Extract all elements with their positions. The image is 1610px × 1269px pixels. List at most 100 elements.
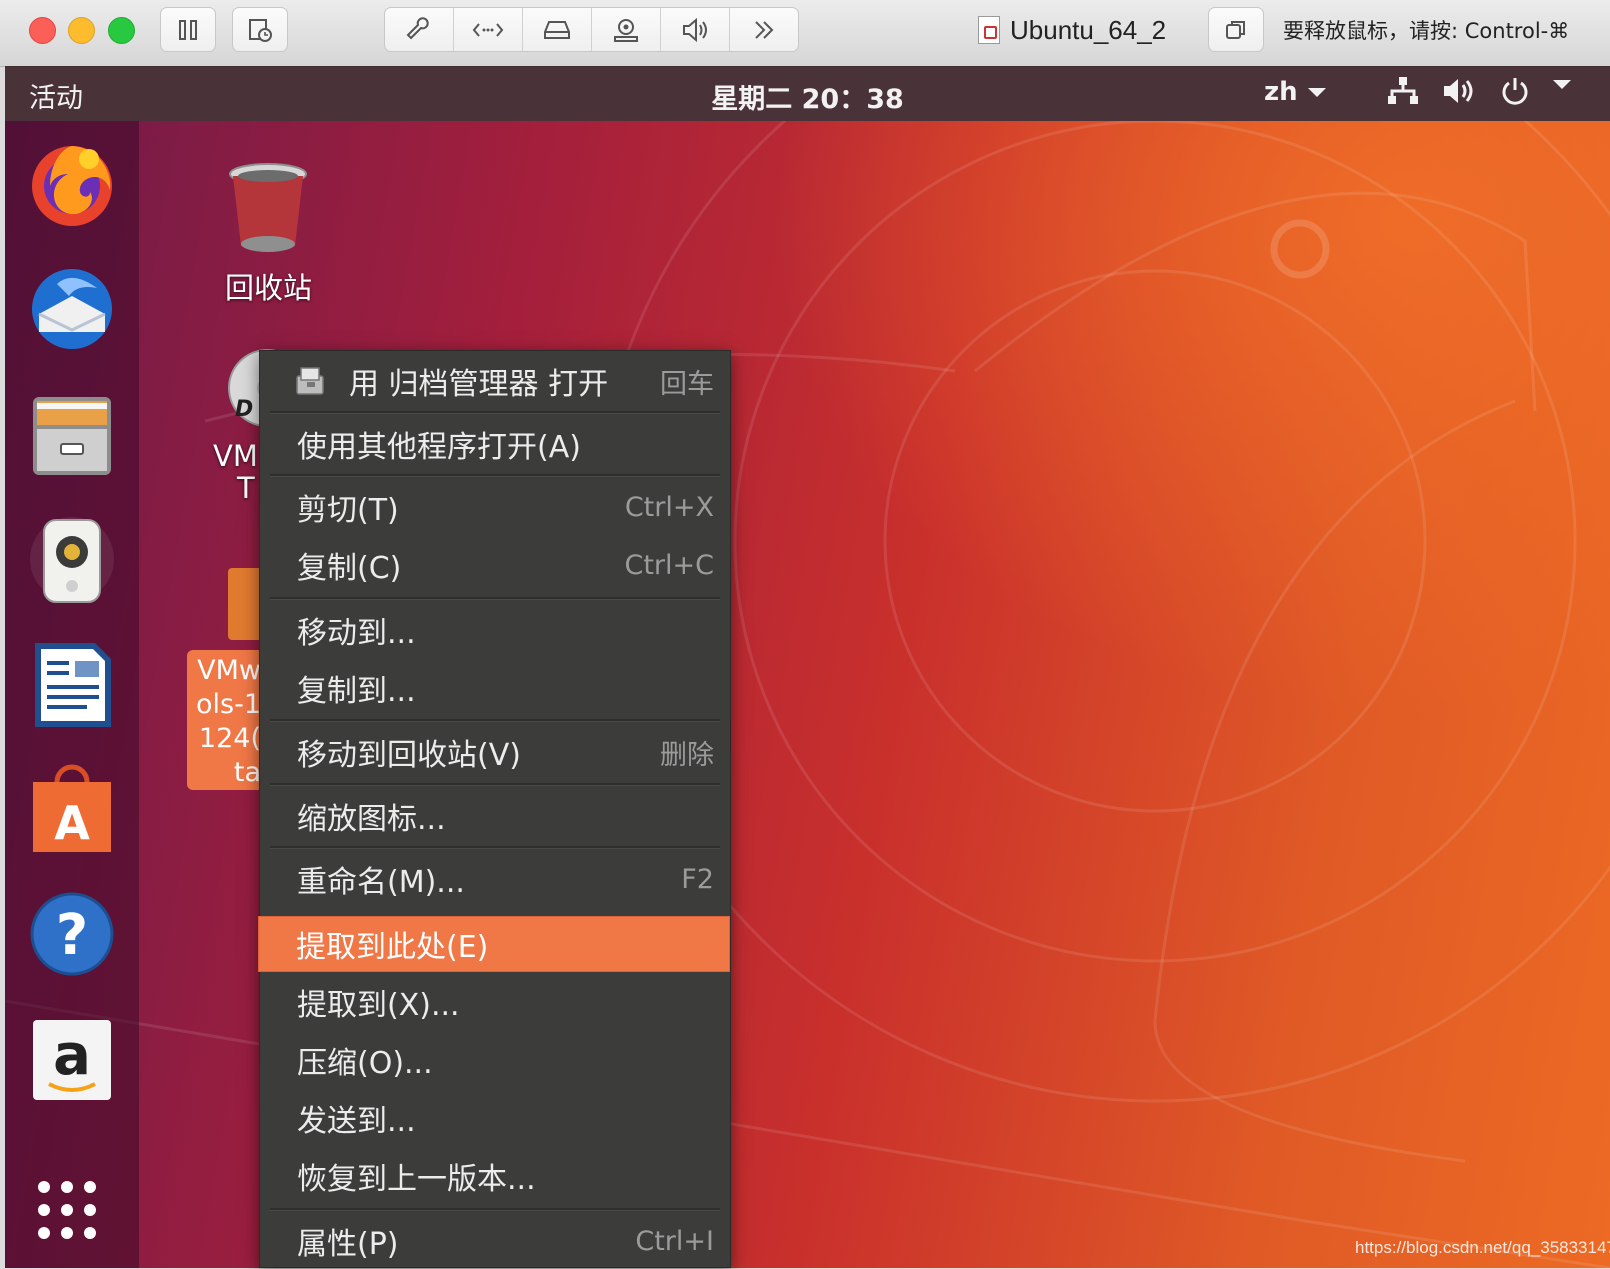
code-arrows-icon [472, 22, 504, 37]
vm-title-text: Ubuntu_64_2 [1010, 14, 1167, 45]
archive-manager-icon [295, 366, 325, 396]
snapshot-button[interactable] [232, 7, 288, 52]
window-close-button[interactable] [29, 17, 56, 44]
menu-item-label: 使用其他程序打开(A) [297, 430, 581, 465]
settings-button[interactable] [385, 8, 454, 51]
selected-file-label-line: VMw [197, 655, 261, 686]
window-zoom-button[interactable] [108, 17, 135, 44]
volume-icon [1444, 79, 1473, 103]
disk-button[interactable] [523, 8, 592, 51]
menu-item-move-to[interactable]: 移动到... [260, 602, 730, 658]
menu-item-rename[interactable]: 重命名(M)... F2 [260, 851, 730, 907]
rhythmbox-launcher[interactable] [27, 514, 117, 604]
dvd-label-line: T [237, 471, 255, 505]
menu-separator [270, 719, 720, 722]
thunderbird-icon [32, 269, 112, 349]
chevron-double-right-icon [755, 20, 774, 39]
network-indicator[interactable] [1387, 76, 1419, 113]
sound-button[interactable] [661, 8, 730, 51]
svg-text:?: ? [56, 903, 88, 968]
firefox-icon [32, 146, 112, 226]
grid-dot [84, 1203, 97, 1216]
grid-dot [84, 1227, 97, 1240]
menu-item-label: 属性(P) [297, 1227, 399, 1262]
menu-separator [270, 846, 720, 849]
thunderbird-launcher[interactable] [27, 264, 117, 354]
dvd-label: VM T [213, 440, 258, 504]
menu-item-extract-here[interactable]: 提取到此处(E) [258, 916, 730, 972]
menu-item-label: 压缩(O)... [297, 1046, 433, 1081]
selected-file-label-line: 124( [198, 723, 261, 754]
volume-indicator[interactable] [1442, 76, 1476, 113]
grid-dot [60, 1227, 73, 1240]
menu-separator [270, 411, 720, 414]
menu-item-label: 用 归档管理器 打开 [349, 367, 609, 402]
menu-item-label: 移动到... [297, 616, 416, 651]
menu-item-open-with-other[interactable]: 使用其他程序打开(A) [260, 416, 730, 472]
grid-dot [37, 1227, 50, 1240]
pause-vm-button[interactable] [160, 7, 216, 52]
menu-item-restore-previous-version[interactable]: 恢复到上一版本... [260, 1148, 730, 1204]
fullscreen-button[interactable] [1208, 7, 1264, 52]
menu-item-copy-to[interactable]: 复制到... [260, 660, 730, 716]
help-launcher[interactable]: ? [27, 889, 117, 979]
menu-item-copy[interactable]: 复制(C) Ctrl+C [260, 537, 730, 593]
menu-item-label: 恢复到上一版本... [297, 1162, 536, 1197]
hard-disk-icon [544, 20, 570, 39]
menu-item-compress[interactable]: 压缩(O)... [260, 1032, 730, 1088]
chevron-down-icon [1307, 88, 1326, 97]
input-language-menu[interactable]: zh [1264, 77, 1326, 107]
ubuntu-top-bar: 活动 星期二 20：38 zh [5, 66, 1610, 121]
menu-item-label: 缩放图标... [297, 802, 446, 837]
selected-file-label[interactable]: VMw ols-1 124( ta [187, 650, 267, 790]
grid-dot [37, 1180, 50, 1193]
clock[interactable]: 星期二 20：38 [5, 77, 1610, 116]
ubuntu-software-launcher[interactable]: A [27, 764, 117, 854]
menu-item-send-to[interactable]: 发送到... [260, 1090, 730, 1146]
menu-item-accelerator: 回车 [660, 368, 714, 400]
show-applications-button[interactable] [32, 1175, 102, 1245]
shopping-bag-icon: A [33, 764, 111, 852]
libreoffice-writer-launcher[interactable] [27, 639, 117, 729]
grid-dot [60, 1203, 73, 1216]
menu-item-label: 重命名(M)... [297, 865, 465, 900]
copy-window-icon [1226, 20, 1245, 39]
menu-item-move-to-trash[interactable]: 移动到回收站(V) 删除 [260, 724, 730, 780]
menu-item-open-with-archive-manager[interactable]: 用 归档管理器 打开 回车 [260, 353, 730, 409]
menu-item-cut[interactable]: 剪切(T) Ctrl+X [260, 479, 730, 535]
grid-dot [60, 1180, 73, 1193]
vm-settings-group [384, 7, 799, 52]
menu-item-extract-to[interactable]: 提取到(X)... [260, 974, 730, 1030]
window-minimize-button[interactable] [68, 17, 95, 44]
language-label: zh [1264, 77, 1298, 107]
power-icon [1502, 78, 1528, 105]
files-launcher[interactable] [27, 389, 117, 479]
selected-file-label-line: ta [233, 757, 261, 788]
wrench-icon [406, 16, 429, 39]
menu-separator [270, 474, 720, 477]
more-button[interactable] [730, 8, 798, 51]
menu-item-label: 提取到此处(E) [296, 930, 489, 965]
grid-dot [84, 1180, 97, 1193]
power-menu[interactable] [1500, 76, 1571, 113]
menu-item-accelerator: Ctrl+X [624, 491, 714, 523]
vm-toolbar: Ubuntu_64_2 要释放鼠标，请按: Control-⌘ [0, 0, 1610, 67]
network-button[interactable] [454, 8, 523, 51]
menu-item-accelerator: F2 [681, 863, 714, 895]
menu-item-resize-icon[interactable]: 缩放图标... [260, 788, 730, 844]
menu-item-label: 复制到... [297, 674, 416, 709]
menu-item-accelerator: 删除 [660, 739, 714, 771]
firefox-launcher[interactable] [27, 139, 117, 229]
help-icon: ? [30, 892, 114, 976]
menu-separator [270, 783, 720, 786]
selected-file-label-line: ols-1 [195, 689, 261, 720]
camera-button[interactable] [592, 8, 661, 51]
amazon-launcher[interactable]: a [27, 1014, 117, 1104]
chevron-down-icon [1552, 79, 1571, 89]
amazon-icon: a [33, 1020, 111, 1100]
menu-item-label: 剪切(T) [297, 493, 399, 528]
grid-dot [37, 1203, 50, 1216]
menu-item-accelerator: Ctrl+I [635, 1225, 714, 1257]
trash-desktop-icon[interactable] [225, 160, 311, 260]
menu-item-properties[interactable]: 属性(P) Ctrl+I [260, 1213, 730, 1269]
